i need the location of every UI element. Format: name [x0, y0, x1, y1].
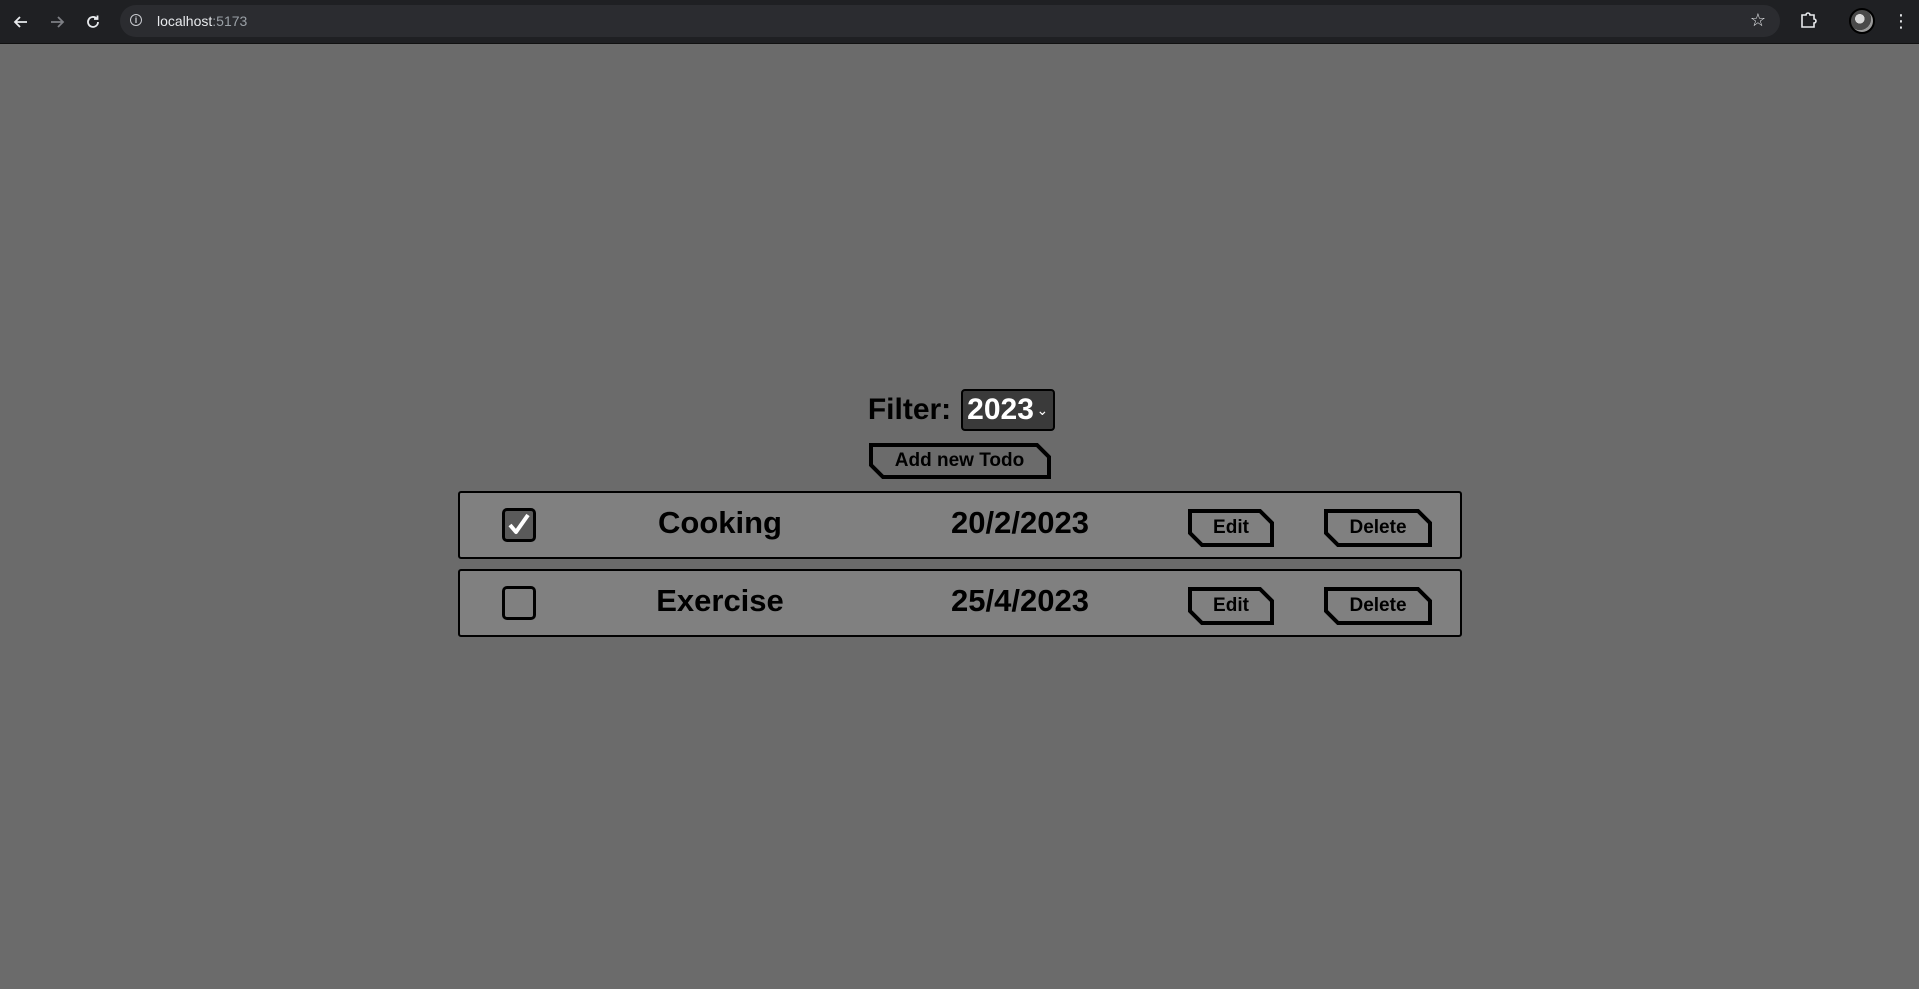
- url-host: localhost: [157, 13, 213, 29]
- extensions-puzzle-icon[interactable]: [1798, 9, 1820, 31]
- browser-toolbar: i localhost:5173 ☆ ⋮: [0, 0, 1919, 44]
- reload-icon: [87, 15, 99, 28]
- edit-label: Edit: [1213, 517, 1249, 538]
- edit-label: Edit: [1213, 595, 1249, 616]
- arrow-right-icon: [51, 16, 65, 28]
- todo-item: Exercise 25/4/2023 Edit Delete: [458, 569, 1462, 637]
- delete-button[interactable]: Delete: [1324, 509, 1432, 547]
- profile-avatar[interactable]: [1849, 8, 1875, 34]
- add-new-todo-label: Add new Todo: [894, 450, 1025, 471]
- todo-item: Cooking 20/2/2023 Edit Delete: [458, 491, 1462, 559]
- todo-title: Cooking: [658, 505, 782, 540]
- delete-button[interactable]: Delete: [1324, 587, 1432, 625]
- bookmark-star-icon[interactable]: ☆: [1750, 10, 1766, 31]
- todo-title: Exercise: [656, 583, 784, 618]
- add-todo-row: Add new Todo: [0, 443, 1919, 479]
- arrow-left-icon: [13, 16, 27, 28]
- chevron-down-icon: ⌄: [1036, 402, 1049, 418]
- forward-button[interactable]: [44, 9, 70, 35]
- edit-button[interactable]: Edit: [1188, 587, 1274, 625]
- info-icon[interactable]: i: [130, 14, 142, 26]
- year-filter-select[interactable]: 2023 ⌄: [961, 389, 1056, 431]
- edit-button[interactable]: Edit: [1188, 509, 1274, 547]
- todo-date: 20/2/2023: [951, 505, 1089, 540]
- url-port: :5173: [212, 13, 248, 29]
- url-text[interactable]: localhost:5173: [157, 13, 247, 29]
- delete-label: Delete: [1349, 595, 1407, 616]
- todo-checkbox[interactable]: [502, 586, 536, 620]
- delete-label: Delete: [1349, 517, 1407, 538]
- reload-button[interactable]: [80, 9, 106, 35]
- add-new-todo-button[interactable]: Add new Todo: [868, 443, 1051, 479]
- filter-row: Filter: 2023 ⌄: [0, 386, 1919, 434]
- todo-date: 25/4/2023: [951, 583, 1089, 618]
- year-select-value: 2023: [967, 393, 1034, 426]
- checkmark-icon: [508, 513, 530, 534]
- back-button[interactable]: [8, 9, 34, 35]
- address-bar[interactable]: i localhost:5173 ☆: [120, 5, 1780, 37]
- todo-checkbox[interactable]: [502, 508, 536, 542]
- filter-label: Filter:: [867, 393, 952, 426]
- todo-list: Cooking 20/2/2023 Edit Delete Exercise 2…: [458, 491, 1462, 647]
- kebab-menu-icon[interactable]: ⋮: [1892, 9, 1910, 33]
